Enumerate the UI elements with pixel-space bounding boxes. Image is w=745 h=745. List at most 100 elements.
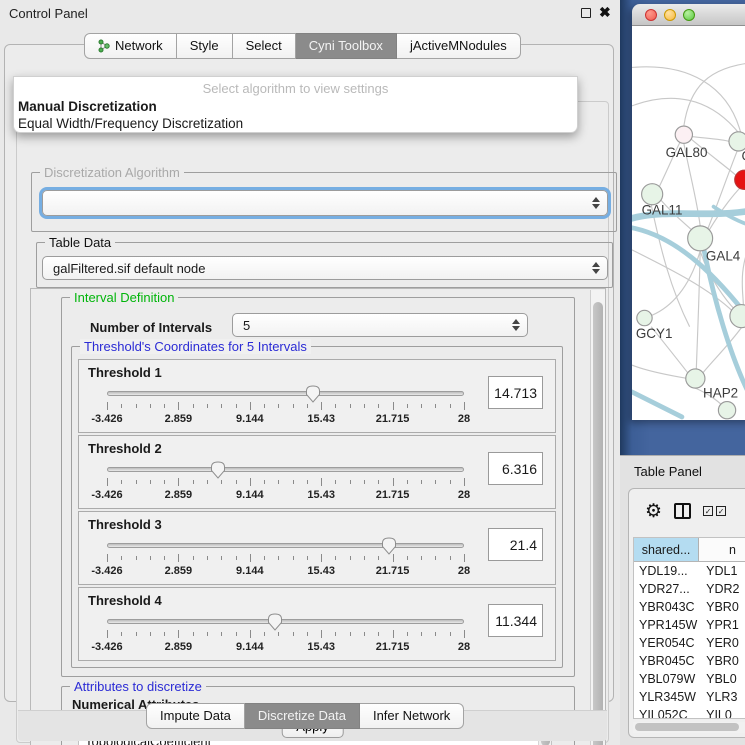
float-window-icon[interactable] [581, 8, 591, 18]
threshold-slider[interactable] [107, 618, 464, 626]
scale-label: 28 [458, 641, 470, 653]
network-node-node-h[interactable] [730, 305, 745, 328]
bottom-tab-infer-network[interactable]: Infer Network [360, 703, 464, 729]
table-row[interactable]: YBL079WYBL0 [634, 670, 745, 688]
slider-track[interactable] [107, 543, 464, 548]
network-node-node-bottom[interactable] [718, 402, 735, 419]
table-cell: YLR345W [634, 688, 701, 706]
tab-jactivemnodules[interactable]: jActiveMNodules [397, 33, 521, 59]
scale-label: 21.715 [376, 641, 410, 653]
threshold-slider[interactable] [107, 466, 464, 474]
network-canvas[interactable]: GAL80GACGAL11GAL4HGCY1HAP2 [632, 26, 745, 420]
algorithm-option[interactable]: Equal Width/Frequency Discretization [14, 115, 577, 132]
table-row[interactable]: YER054CYER0 [634, 634, 745, 652]
table-row[interactable]: YBR045CYBR0 [634, 652, 745, 670]
number-of-intervals-combobox[interactable]: 5 [232, 313, 528, 337]
tab-label: Network [115, 38, 163, 53]
threshold-value-field[interactable]: 6.316 [488, 452, 543, 485]
slider-track[interactable] [107, 391, 464, 396]
slider-track[interactable] [107, 619, 464, 624]
algorithm-combobox[interactable] [42, 190, 608, 216]
table-row[interactable]: YLR345WYLR3 [634, 688, 745, 706]
network-window-titlebar[interactable] [632, 4, 745, 26]
algorithm-option[interactable]: Manual Discretization [14, 98, 577, 115]
checkbox-icon[interactable]: ✓ [703, 506, 713, 516]
threshold-row: Threshold 4-3.4262.8599.14415.4321.71528… [78, 587, 556, 661]
combo-stepper-icon [512, 319, 520, 331]
column-header-shared-name[interactable]: shared... [634, 538, 699, 561]
tab-network[interactable]: Network [84, 33, 177, 59]
table-data-group-title: Table Data [45, 235, 115, 250]
zoom-traffic-icon[interactable] [683, 9, 695, 21]
table-panel-title: Table Panel [634, 464, 702, 479]
control-panel-titlebar: Control Panel ✖ [0, 0, 620, 26]
threshold-label: Threshold 1 [88, 365, 162, 380]
slider-scale-labels: -3.4262.8599.14415.4321.71528 [107, 413, 464, 425]
table-row[interactable]: YBR043CYBR0 [634, 598, 745, 616]
scale-label: 15.43 [307, 565, 335, 577]
table-data-combobox[interactable]: galFiltered.sif default node [42, 256, 608, 280]
thresholds-group-title: Threshold's Coordinates for 5 Intervals [80, 339, 311, 354]
table-cell: YBL079W [634, 670, 701, 688]
tab-label: jActiveMNodules [410, 38, 507, 53]
table-row[interactable]: YPR145WYPR1 [634, 616, 745, 634]
algorithm-popup: Select algorithm to view settings Manual… [13, 76, 578, 133]
node-table: shared...n YDL19...YDL1YDR27...YDR2YBR04… [633, 537, 745, 719]
tab-cyni-toolbox[interactable]: Cyni Toolbox [296, 33, 397, 59]
table-cell: YER054C [634, 634, 701, 652]
table-horizontal-scrollbar[interactable] [633, 722, 745, 733]
threshold-slider[interactable] [107, 390, 464, 398]
table-cell: YBL0 [701, 670, 745, 688]
table-cell: YDR2 [701, 580, 745, 598]
scale-label: 9.144 [236, 565, 264, 577]
table-row[interactable]: YIL052CYIL0 [634, 706, 745, 719]
close-traffic-icon[interactable] [645, 9, 657, 21]
tab-label: Style [190, 38, 219, 53]
table-cell: YBR0 [701, 652, 745, 670]
table-cell: YDL19... [634, 562, 701, 580]
minimize-traffic-icon[interactable] [664, 9, 676, 21]
tab-label: Cyni Toolbox [309, 38, 383, 53]
network-node-gcy1[interactable] [637, 310, 652, 325]
scale-label: 28 [458, 413, 470, 425]
threshold-value-field[interactable]: 14.713 [488, 376, 543, 409]
network-node-gal4[interactable] [688, 226, 713, 251]
network-node-hap2[interactable] [686, 369, 705, 388]
table-row[interactable]: YDL19...YDL1 [634, 562, 745, 580]
bottom-tab-discretize-data[interactable]: Discretize Data [245, 703, 360, 729]
table-row[interactable]: YDR27...YDR2 [634, 580, 745, 598]
gear-icon[interactable]: ⚙ [645, 502, 662, 521]
network-edge [684, 63, 745, 126]
slider-track[interactable] [107, 467, 464, 472]
network-node-gal80[interactable] [675, 126, 692, 143]
bottom-tab-label: Discretize Data [258, 708, 346, 723]
discretization-group-title: Discretization Algorithm [40, 165, 184, 180]
network-edge [709, 187, 741, 230]
column-header-name[interactable]: n [699, 538, 745, 561]
settings-vertical-scrollbar[interactable] [590, 290, 605, 745]
close-icon[interactable]: ✖ [599, 4, 611, 21]
tab-select[interactable]: Select [233, 33, 296, 59]
table-cell: YBR045C [634, 652, 701, 670]
bottom-tab-impute-data[interactable]: Impute Data [146, 703, 245, 729]
slider-scale-labels: -3.4262.8599.14415.4321.71528 [107, 565, 464, 577]
slider-ticks [107, 402, 464, 411]
threshold-row: Threshold 1 -3.4262.8599.14415.4321.71528… [78, 359, 556, 433]
threshold-value-field[interactable]: 11.344 [488, 604, 543, 637]
threshold-slider[interactable] [107, 542, 464, 550]
network-view-region: GAL80GACGAL11GAL4HGCY1HAP2 [620, 0, 745, 455]
tab-style[interactable]: Style [177, 33, 233, 59]
combo-stepper-icon [592, 262, 600, 274]
checkbox-icon[interactable]: ✓ [716, 506, 726, 516]
scale-label: 21.715 [376, 489, 410, 501]
table-data-selected: galFiltered.sif default node [53, 261, 205, 276]
network-node-node-red[interactable] [735, 170, 745, 189]
cyni-toolbox-card: Discretization Algorithm Table Data galF… [16, 101, 609, 743]
threshold-value-field[interactable]: 21.4 [488, 528, 543, 561]
network-edge-thick [632, 392, 682, 417]
scale-label: 9.144 [236, 413, 264, 425]
columns-icon[interactable] [674, 503, 691, 519]
scale-label: 21.715 [376, 565, 410, 577]
table-toolbar: ⚙ ✓ ✓ [629, 489, 745, 533]
network-node-label: GAL80 [666, 145, 708, 160]
